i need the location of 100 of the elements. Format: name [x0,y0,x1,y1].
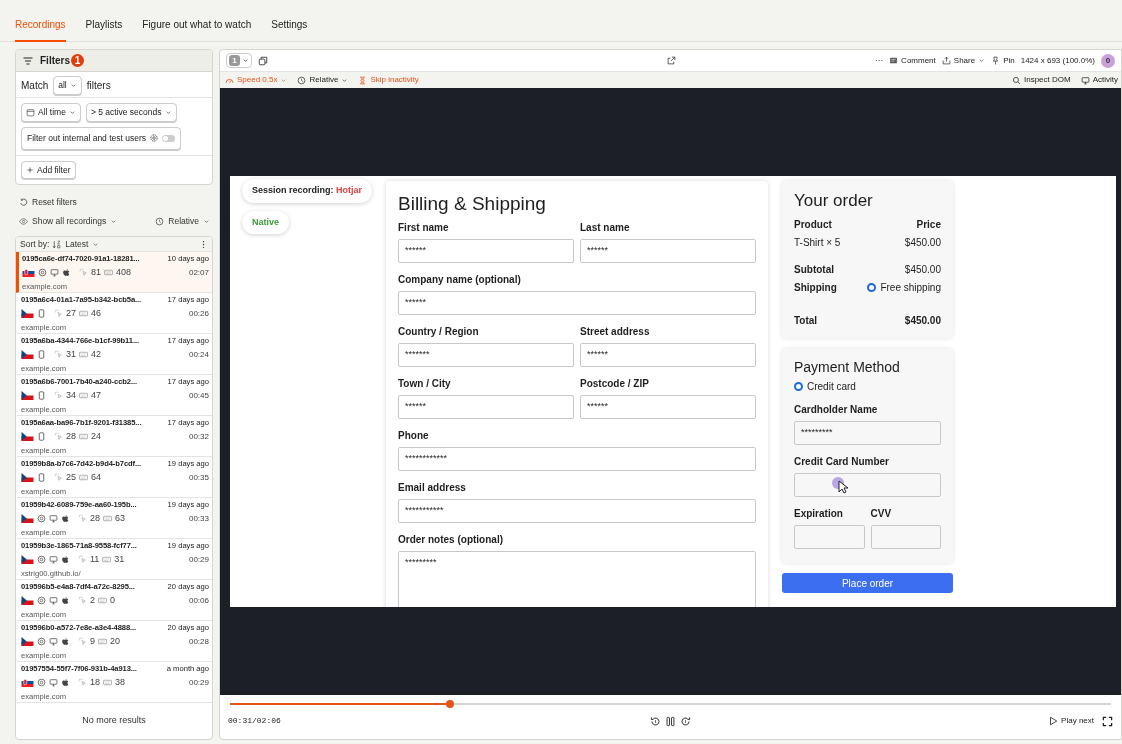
click-count: 28 [90,512,100,525]
input-field[interactable]: ************ [398,446,756,471]
time-mode-dropdown[interactable]: Relative [155,214,210,228]
shipping-option[interactable]: Free shipping [867,280,941,296]
external-link-icon[interactable] [667,56,677,65]
sort-dropdown[interactable]: Latest [52,237,100,251]
keyboard-icon [98,637,107,647]
duration: 00:06 [188,594,209,607]
field-label: Postcode / ZIP [580,376,650,391]
flag-icon [21,473,34,483]
show-recordings-dropdown[interactable]: Show all recordings [19,214,118,228]
phone-icon [37,309,46,319]
internal-users-filter[interactable]: Filter out internal and test users [21,126,182,150]
speed-dropdown[interactable]: Speed 0.5x [225,74,288,86]
sort-label: Sort by: [20,237,50,251]
settings-icon [149,133,160,144]
place-order-button[interactable]: Place order [782,573,953,594]
add-filter-button[interactable]: Add filter [21,160,76,180]
activity-button[interactable]: Activity [1080,74,1118,86]
input-field[interactable] [794,525,865,550]
nav-tab[interactable]: Settings [271,8,308,42]
input-field[interactable] [794,473,941,498]
flag-icon [21,678,34,688]
field-label: First name [398,220,450,235]
nav-tab[interactable]: Figure out what to watch [142,8,252,42]
input-field[interactable]: ****** [580,394,756,419]
input-field[interactable]: ****** [580,342,756,367]
comment-button[interactable]: Comment [889,54,936,67]
click-count: 28 [66,430,76,443]
input-field[interactable]: ****** [398,290,756,315]
field-label: Cardholder Name [794,403,879,418]
text-area[interactable]: ********* [398,550,756,607]
input-field[interactable]: ********* [794,421,941,446]
filters-header[interactable]: Filters 1 [16,50,212,72]
pause-icon[interactable] [665,715,676,727]
product-price: $450.00 [904,236,941,251]
flag-icon [22,268,35,278]
input-field[interactable]: ****** [580,238,756,263]
radio-button[interactable] [867,283,877,293]
duration: 00:33 [188,512,209,525]
toggle-switch[interactable] [162,134,176,142]
keypress-count: 0 [110,594,116,607]
input-field[interactable]: ******* [398,342,574,367]
click-count: 27 [66,307,76,320]
click-icon [54,432,63,442]
total-value: $450.00 [904,314,941,329]
click-count: 2 [90,594,95,607]
flag-icon [21,432,34,442]
count-badge: 1 [71,54,84,67]
keypress-count: 408 [116,266,132,279]
inspect-dom-button[interactable]: Inspect DOM [1011,74,1071,86]
match-label: Match [21,78,49,93]
flag-icon [21,637,34,647]
column-header: Product [794,218,832,233]
payment-option[interactable]: Credit card [794,379,941,395]
filter-icon [22,54,34,67]
phone-icon [37,473,46,483]
radio-button[interactable] [794,382,803,392]
play-next-button[interactable]: Play next [1048,715,1094,727]
pin-button[interactable]: Pin [991,54,1015,67]
more-button[interactable]: ··· [875,54,884,67]
keypress-count: 20 [110,635,121,648]
caret-icon [341,76,349,84]
field-label: Phone [398,428,430,443]
flag-icon [21,596,34,606]
keyboard-icon [79,350,88,360]
seek-handle[interactable] [446,700,455,708]
click-icon [54,309,63,319]
input-field[interactable] [870,525,941,550]
forward-icon[interactable] [680,715,691,727]
filter-chip[interactable]: All time [21,103,81,122]
caret-icon [280,76,288,84]
pin-icon [991,56,1001,65]
fullscreen-icon[interactable] [1102,715,1113,727]
nav-tab[interactable]: Playlists [85,8,123,42]
form-heading: Billing & Shipping [398,193,547,216]
input-field[interactable]: ****** [398,238,574,263]
subtotal-label: Subtotal [794,263,834,278]
avatar[interactable]: 0 [1101,53,1115,68]
input-field[interactable]: *********** [398,498,756,523]
field-label: Company name (optional) [398,272,522,287]
resolution: 1424 x 693 (100.0%) [1020,54,1095,67]
input-field[interactable]: ****** [398,394,574,419]
skip-inactivity-button[interactable]: Skip inactivity [358,74,419,86]
product-name: T-Shirt × 5 [794,236,841,251]
reset-filters-button[interactable]: Reset filters [19,195,213,210]
plus-icon [26,165,34,174]
keyboard-icon [98,596,107,606]
browser-icon [38,268,47,278]
subtotal-value: $450.00 [904,263,941,278]
keypress-count: 24 [91,430,102,443]
match-dropdown[interactable]: all [53,76,82,95]
keypress-count: 47 [91,389,102,402]
flag-icon [21,309,34,319]
share-button[interactable]: Share [941,54,986,67]
time-mode-dropdown[interactable]: Relative [297,74,349,86]
copy-icon[interactable] [258,55,268,66]
filter-chip[interactable]: > 5 active seconds [85,103,177,122]
rewind-icon[interactable] [650,715,661,727]
column-header: Price [916,218,941,233]
